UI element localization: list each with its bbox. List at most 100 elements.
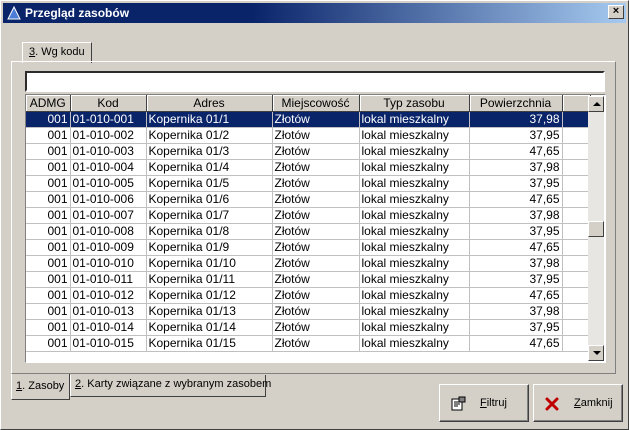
cell-pow: 37,95 xyxy=(469,271,563,288)
tab-label: . Karty związane z wybranym zasobem xyxy=(81,378,272,390)
cell-filler xyxy=(562,303,591,320)
cell-kod: 01-010-009 xyxy=(70,239,147,256)
cell-filler xyxy=(562,127,591,144)
table-row[interactable]: 001 01-010-008 Kopernika 01/8 Złotów lokal m… xyxy=(26,223,591,240)
tab-wg-kodu[interactable]: 3. Wg kodu xyxy=(22,42,92,63)
cell-pow: 37,95 xyxy=(469,319,563,336)
cell-miejscowosc: Złotów xyxy=(272,319,360,336)
window-close-button[interactable]: × xyxy=(608,5,624,19)
column-header-typ[interactable]: Typ zasobu xyxy=(359,95,470,112)
cell-admg: 001 xyxy=(26,319,71,336)
tab-zasoby[interactable]: 1. Zasoby xyxy=(11,374,70,400)
vertical-scrollbar[interactable] xyxy=(588,96,604,361)
cell-miejscowosc: Złotów xyxy=(272,287,360,304)
cell-kod: 01-010-011 xyxy=(70,271,147,288)
cell-filler xyxy=(562,319,591,336)
cell-admg: 001 xyxy=(26,175,71,192)
cell-filler xyxy=(562,287,591,304)
table-row[interactable]: 001 01-010-013 Kopernika 01/13 Złotów lokal … xyxy=(26,303,591,320)
cell-admg: 001 xyxy=(26,287,71,304)
data-table: ADMG Kod Adres Miejscowość Typ zasobu Po… xyxy=(26,95,591,352)
cell-pow: 37,98 xyxy=(469,303,563,320)
tab-label: . Zasoby xyxy=(22,380,65,392)
window-title: Przegląd zasobów xyxy=(25,6,130,20)
cell-adres: Kopernika 01/1 xyxy=(146,111,273,128)
cell-miejscowosc: Złotów xyxy=(272,303,360,320)
cell-kod: 01-010-002 xyxy=(70,127,147,144)
table-row[interactable]: 001 01-010-011 Kopernika 01/11 Złotów lokal … xyxy=(26,271,591,288)
cell-miejscowosc: Złotów xyxy=(272,223,360,240)
cell-kod: 01-010-008 xyxy=(70,223,147,240)
cell-miejscowosc: Złotów xyxy=(272,335,360,352)
scroll-up-button[interactable] xyxy=(588,96,604,112)
table-row[interactable]: 001 01-010-002 Kopernika 01/2 Złotów lokal m… xyxy=(26,127,591,144)
cell-typ: lokal mieszkalny xyxy=(359,207,470,224)
column-header-powierzchnia[interactable]: Powierzchnia xyxy=(469,95,563,112)
cell-typ: lokal mieszkalny xyxy=(359,335,470,352)
cell-adres: Kopernika 01/13 xyxy=(146,303,273,320)
table-row[interactable]: 001 01-010-005 Kopernika 01/5 Złotów lokal m… xyxy=(26,175,591,192)
cell-typ: lokal mieszkalny xyxy=(359,287,470,304)
scroll-down-button[interactable] xyxy=(588,345,604,361)
cell-pow: 47,65 xyxy=(469,143,563,160)
cell-pow: 37,98 xyxy=(469,111,563,128)
cell-typ: lokal mieszkalny xyxy=(359,127,470,144)
cell-kod: 01-010-005 xyxy=(70,175,147,192)
table-row[interactable]: 001 01-010-007 Kopernika 01/7 Złotów lokal m… xyxy=(26,207,591,224)
cell-adres: Kopernika 01/12 xyxy=(146,287,273,304)
column-header-admg[interactable]: ADMG xyxy=(26,95,71,112)
cell-admg: 001 xyxy=(26,111,71,128)
main-window: Przegląd zasobów × 3. Wg kodu ADMG Kod A… xyxy=(0,0,629,430)
cell-adres: Kopernika 01/7 xyxy=(146,207,273,224)
cell-filler xyxy=(562,271,591,288)
cell-adres: Kopernika 01/8 xyxy=(146,223,273,240)
cell-kod: 01-010-013 xyxy=(70,303,147,320)
cell-filler xyxy=(562,255,591,272)
cell-kod: 01-010-004 xyxy=(70,159,147,176)
table-row[interactable]: 001 01-010-014 Kopernika 01/14 Złotów lokal … xyxy=(26,319,591,336)
cell-typ: lokal mieszkalny xyxy=(359,255,470,272)
cell-admg: 001 xyxy=(26,159,71,176)
column-header-miejscowosc[interactable]: Miejscowość xyxy=(272,95,360,112)
cell-pow: 37,98 xyxy=(469,159,563,176)
cell-admg: 001 xyxy=(26,127,71,144)
table-row[interactable]: 001 01-010-004 Kopernika 01/4 Złotów lokal m… xyxy=(26,159,591,176)
table-row[interactable]: 001 01-010-006 Kopernika 01/6 Złotów lokal m… xyxy=(26,191,591,208)
table-row[interactable]: 001 01-010-009 Kopernika 01/9 Złotów lokal m… xyxy=(26,239,591,256)
table-row[interactable]: 001 01-010-001 Kopernika 01/1 Złotów lokal m… xyxy=(26,111,591,128)
cell-adres: Kopernika 01/3 xyxy=(146,143,273,160)
cell-kod: 01-010-006 xyxy=(70,191,147,208)
cell-miejscowosc: Złotów xyxy=(272,175,360,192)
cell-pow: 37,95 xyxy=(469,223,563,240)
table-header: ADMG Kod Adres Miejscowość Typ zasobu Po… xyxy=(26,95,591,112)
table-row[interactable]: 001 01-010-003 Kopernika 01/3 Złotów lokal m… xyxy=(26,143,591,160)
column-header-kod[interactable]: Kod xyxy=(70,95,147,112)
search-input[interactable] xyxy=(25,71,605,92)
cell-pow: 47,65 xyxy=(469,239,563,256)
column-header-adres[interactable]: Adres xyxy=(146,95,273,112)
cell-kod: 01-010-007 xyxy=(70,207,147,224)
close-button[interactable]: Zamknij xyxy=(533,384,623,422)
cell-kod: 01-010-014 xyxy=(70,319,147,336)
cell-filler xyxy=(562,239,591,256)
cell-typ: lokal mieszkalny xyxy=(359,191,470,208)
table-row[interactable]: 001 01-010-015 Kopernika 01/15 Złotów lokal … xyxy=(26,335,591,352)
tab-karty[interactable]: 2. Karty związane z wybranym zasobem xyxy=(70,375,271,397)
filter-button[interactable]: Filtruj xyxy=(439,384,529,422)
cell-pow: 47,65 xyxy=(469,287,563,304)
app-icon xyxy=(7,6,21,20)
table-row[interactable]: 001 01-010-010 Kopernika 01/10 Złotów lokal … xyxy=(26,255,591,272)
scroll-thumb[interactable] xyxy=(588,221,604,237)
cell-pow: 37,95 xyxy=(469,127,563,144)
cell-adres: Kopernika 01/9 xyxy=(146,239,273,256)
cell-miejscowosc: Złotów xyxy=(272,239,360,256)
cell-typ: lokal mieszkalny xyxy=(359,111,470,128)
filter-icon xyxy=(451,396,466,411)
tab-label: . Wg kodu xyxy=(35,46,85,58)
table-row[interactable]: 001 01-010-012 Kopernika 01/12 Złotów lokal … xyxy=(26,287,591,304)
cell-pow: 37,98 xyxy=(469,255,563,272)
cell-typ: lokal mieszkalny xyxy=(359,175,470,192)
cell-filler xyxy=(562,223,591,240)
cell-adres: Kopernika 01/11 xyxy=(146,271,273,288)
close-button-label: Zamknij xyxy=(574,397,613,409)
